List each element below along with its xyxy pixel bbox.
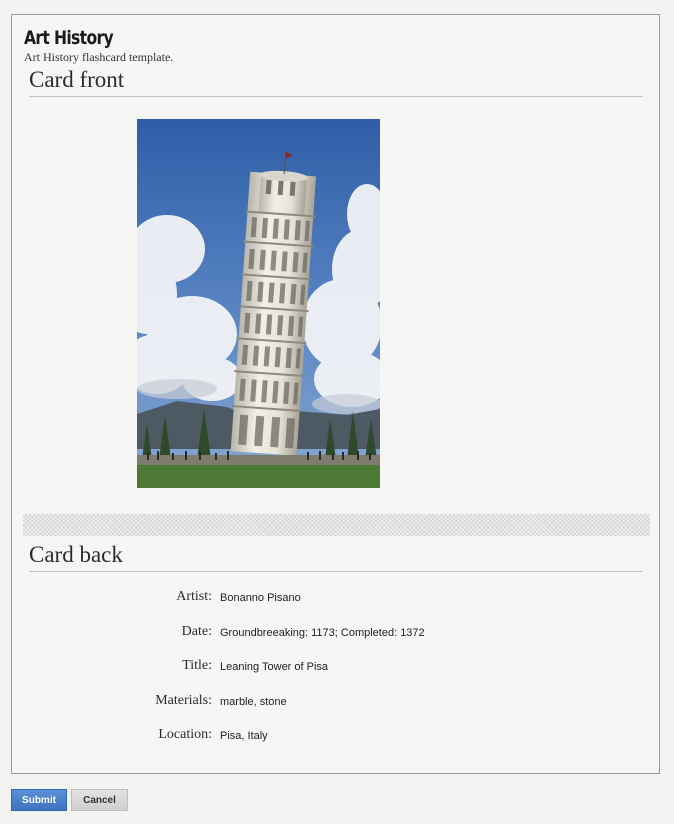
field-materials: Materials: marble, stone	[12, 693, 652, 713]
field-value: Pisa, Italy	[220, 730, 268, 742]
submit-button[interactable]: Submit	[11, 789, 67, 811]
field-artist: Artist: Bonanno Pisano	[12, 589, 652, 609]
field-label: Date:	[181, 624, 212, 639]
flashcard-form: Art History Art History flashcard templa…	[11, 14, 660, 774]
page-subtitle: Art History flashcard template.	[24, 50, 174, 64]
field-label: Materials:	[155, 693, 212, 708]
cancel-button[interactable]: Cancel	[71, 789, 128, 811]
field-label: Artist:	[176, 589, 212, 604]
field-value: marble, stone	[220, 696, 287, 708]
card-divider	[23, 514, 650, 536]
field-title: Title: Leaning Tower of Pisa	[12, 658, 652, 678]
leaning-tower-photo	[137, 119, 380, 488]
field-location: Location: Pisa, Italy	[12, 727, 652, 747]
field-value: Groundbreeaking: 1173; Completed: 1372	[220, 627, 425, 639]
field-label: Location:	[158, 727, 212, 742]
card-back-heading: Card back	[29, 542, 643, 573]
card-front-heading: Card front	[29, 67, 643, 98]
field-value: Leaning Tower of Pisa	[220, 661, 329, 673]
page-title: Art History	[24, 27, 114, 49]
field-value: Bonanno Pisano	[220, 592, 301, 604]
field-label: Title:	[182, 658, 212, 673]
field-date: Date: Groundbreeaking: 1173; Completed: …	[12, 624, 652, 644]
